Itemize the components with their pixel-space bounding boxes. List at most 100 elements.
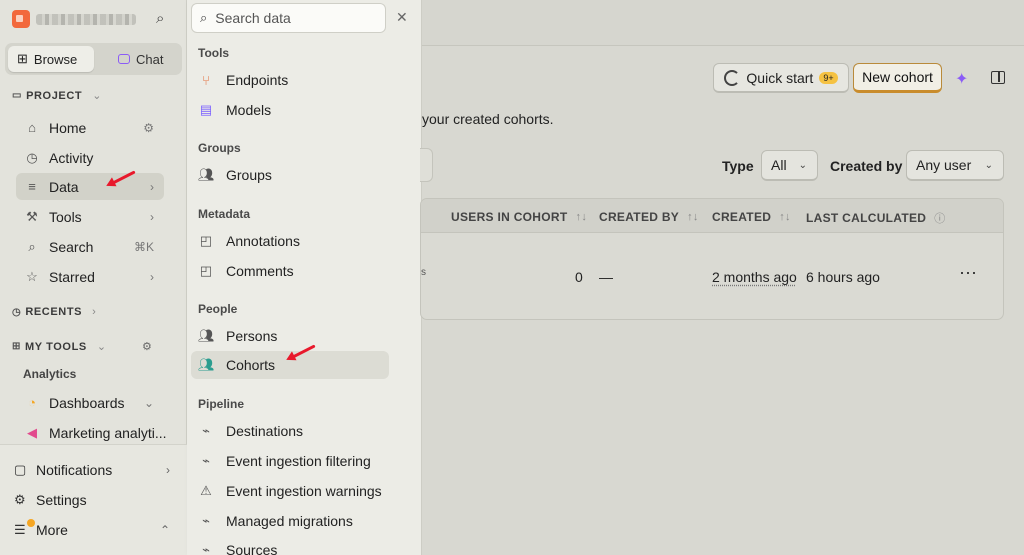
menu-item-groups[interactable]: 👥︎ Groups (191, 161, 402, 189)
search-icon[interactable]: ⌕ (156, 10, 164, 27)
project-switcher[interactable]: ⌕ (10, 8, 180, 30)
inbox-icon: ▢ (14, 462, 27, 477)
progress-ring-icon (724, 69, 741, 86)
endpoint-icon: ⑂ (202, 72, 210, 88)
column-created[interactable]: CREATED ↑↓ (712, 210, 791, 224)
side-panel-toggle-icon[interactable] (991, 71, 1005, 84)
sidebar-item-data[interactable]: ≡ Data › (16, 173, 164, 200)
group-heading-pipeline: Pipeline (198, 397, 245, 411)
cohort-icon: 👥︎ (198, 357, 215, 372)
top-bar (422, 0, 1024, 46)
menu-item-sources[interactable]: ⌁ Sources (191, 536, 402, 555)
sparkle-icon[interactable]: ✦ (955, 69, 968, 89)
clock-icon: ◷ (26, 149, 38, 165)
data-menu-panel: ⌕ ✕ Tools ⑂ Endpoints ▤ Models Groups 👥︎… (187, 0, 422, 555)
cell-last-calculated: 6 hours ago (806, 269, 880, 285)
close-icon[interactable]: ✕ (396, 9, 408, 26)
sidebar-item-activity[interactable]: ◷ Activity (16, 144, 164, 171)
chevron-down-icon: ⌄ (798, 159, 807, 171)
database-icon: ≡ (28, 179, 36, 194)
column-created-by[interactable]: CREATED BY ↑↓ (599, 210, 699, 224)
group-heading-people: People (198, 302, 238, 316)
group-heading-groups: Groups (198, 141, 241, 155)
grid-icon: ⊞ (12, 341, 21, 352)
chevron-down-icon: ⌄ (96, 341, 107, 353)
sidebar-item-search[interactable]: ⌕ Search ⌘K (16, 233, 164, 260)
chevron-down-icon: ⌄ (984, 159, 993, 171)
more-button[interactable]: ☰ More ⌃ (14, 516, 174, 544)
menu-item-persons[interactable]: 👥︎ Persons (191, 322, 402, 350)
chat-tab[interactable]: Chat (109, 46, 177, 72)
redacted-project-name (36, 14, 136, 25)
recents-section-header[interactable]: ◷ RECENTS › (12, 306, 96, 318)
data-search-field[interactable]: ⌕ (191, 3, 386, 33)
created-by-filter-label: Created by (830, 158, 903, 174)
app-logo (12, 10, 30, 28)
menu-item-models[interactable]: ▤ Models (191, 96, 402, 124)
info-icon: ⓘ (934, 213, 946, 225)
sort-icon: ↑↓ (779, 211, 791, 223)
quick-start-badge: 9+ (819, 71, 838, 84)
sidebar-item-tools[interactable]: ⚒ Tools › (16, 203, 164, 230)
sidebar-item-home[interactable]: ⌂ Home ⚙ (16, 114, 164, 141)
warning-icon: ⚠ (200, 483, 212, 498)
analytics-group-label: Analytics (23, 367, 77, 381)
megaphone-icon: ◀ (27, 424, 37, 440)
sidebar: ⌕ ⊞ Browse Chat ▭ PROJECT ⌄ ⌂ Home ⚙ ◷ A… (0, 0, 187, 555)
gear-icon[interactable]: ⚙ (143, 121, 154, 135)
notifications-button[interactable]: ▢ Notifications › (14, 456, 174, 484)
chevron-right-icon: › (92, 306, 97, 318)
main-content: Quick start 9+ New cohort ✦ your created… (420, 0, 1024, 555)
new-cohort-button[interactable]: New cohort (853, 63, 942, 93)
quick-start-button[interactable]: Quick start 9+ (713, 63, 849, 93)
cell-fragment: s (421, 267, 426, 278)
gear-icon: ⚙ (14, 492, 26, 507)
cell-created: 2 months ago (712, 269, 797, 285)
plug-icon: ⌁ (202, 513, 210, 528)
home-icon: ⌂ (28, 120, 36, 135)
created-by-filter-select[interactable]: Any user ⌄ (906, 150, 1004, 181)
column-users-in-cohort[interactable]: USERS IN COHORT ↑↓ (451, 210, 587, 224)
menu-item-managed-migrations[interactable]: ⌁ Managed migrations (191, 507, 402, 535)
menu-item-event-ingestion-filtering[interactable]: ⌁ Event ingestion filtering (191, 447, 402, 475)
plug-icon: ⌁ (202, 423, 210, 438)
annotation-icon: ◰ (199, 233, 213, 248)
clock-icon: ◷ (12, 306, 22, 318)
data-search-input[interactable] (215, 10, 366, 26)
chevron-right-icon: › (150, 209, 154, 224)
chevron-down-icon: ⌄ (92, 90, 103, 102)
sidebar-item-dashboards[interactable]: ◔ Dashboards ⌄ (16, 389, 164, 416)
search-icon: ⌕ (200, 10, 208, 25)
menu-item-comments[interactable]: ◰ Comments (191, 257, 402, 285)
plug-icon: ⌁ (202, 542, 210, 555)
sidebar-item-marketing-analytics[interactable]: ◀ Marketing analyti... (16, 419, 184, 446)
type-filter-label: Type (722, 158, 754, 174)
menu-item-endpoints[interactable]: ⑂ Endpoints (191, 66, 402, 94)
gear-icon[interactable]: ⚙ (142, 340, 152, 353)
table-header: USERS IN COHORT ↑↓ CREATED BY ↑↓ CREATED… (421, 199, 1003, 233)
menu-item-annotations[interactable]: ◰ Annotations (191, 227, 402, 255)
cell-users: 0 (575, 269, 583, 285)
chevron-down-icon: ⌄ (143, 395, 154, 410)
comment-icon: ◰ (199, 263, 213, 278)
shortcut-hint: ⌘K (133, 239, 154, 254)
settings-button[interactable]: ⚙ Settings (14, 486, 174, 514)
chevron-right-icon: › (150, 269, 154, 284)
group-heading-metadata: Metadata (198, 207, 251, 221)
browse-tab[interactable]: ⊞ Browse (8, 46, 94, 72)
plug-icon: ⌁ (202, 453, 210, 468)
folder-icon: ▭ (12, 90, 23, 101)
menu-item-event-ingestion-warnings[interactable]: ⚠ Event ingestion warnings (191, 477, 402, 505)
project-section-header[interactable]: ▭ PROJECT ⌄ (12, 89, 103, 103)
my-tools-section-header[interactable]: ⊞ MY TOOLS ⌄ ⚙ (12, 340, 177, 354)
row-actions-icon[interactable]: ⋯ (959, 263, 978, 284)
sidebar-item-starred[interactable]: ☆ Starred › (16, 263, 164, 290)
cell-created-by: — (599, 269, 613, 285)
sort-icon: ↑↓ (687, 211, 699, 223)
cohort-search-input[interactable] (420, 148, 433, 182)
menu-item-destinations[interactable]: ⌁ Destinations (191, 417, 402, 445)
browse-chat-toggle: ⊞ Browse Chat (5, 43, 182, 75)
chat-icon (118, 54, 130, 64)
type-filter-select[interactable]: All ⌄ (761, 150, 818, 181)
column-last-calculated[interactable]: LAST CALCULATED ⓘ (806, 210, 946, 226)
